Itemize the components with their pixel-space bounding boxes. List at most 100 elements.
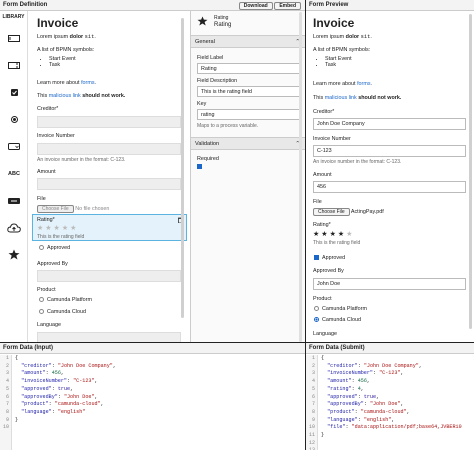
line-number: 5 — [311, 385, 315, 392]
canvas-bpmn-intro: A list of BPMN symbols: — [37, 47, 95, 53]
file-input[interactable]: Choose File ActingPay.pdf — [313, 208, 384, 216]
json-input-editor[interactable]: { "creditor": "John Doe Company", "amoun… — [15, 355, 300, 432]
required-checkbox[interactable] — [197, 164, 205, 170]
palette-title: LIBRARY — [2, 14, 25, 20]
form-preview-header: Form Preview — [306, 0, 474, 11]
choose-file-button[interactable]: Choose File — [313, 208, 350, 216]
forms-link[interactable]: forms — [81, 80, 94, 86]
palette-text[interactable]: ABC — [0, 160, 28, 187]
properties-scrollbar[interactable] — [299, 12, 302, 342]
list-item: Task — [325, 62, 352, 68]
download-button[interactable]: Download — [238, 2, 273, 10]
checkbox-box[interactable] — [39, 245, 44, 251]
form-definition-title: Form Definition — [3, 2, 48, 8]
embed-button[interactable]: Embed — [274, 2, 301, 10]
palette-button[interactable] — [0, 187, 28, 214]
palette-number[interactable] — [0, 52, 28, 79]
validation-group[interactable]: Validation ⌃ — [191, 137, 306, 150]
palette-radio[interactable] — [0, 106, 28, 133]
form-data-submit-panel: Form Data (Submit) 12345678910111213 { "… — [306, 343, 474, 450]
palette-rating[interactable] — [0, 241, 28, 268]
approved-by-input[interactable]: John Doe — [313, 278, 466, 290]
line-number: 9 — [311, 416, 315, 423]
malicious-link[interactable]: malicious link — [325, 95, 357, 101]
field-desc-input[interactable]: This is the rating field — [197, 86, 301, 97]
palette-checkbox[interactable] — [0, 79, 28, 106]
approved-checkbox[interactable]: Approved — [39, 245, 70, 251]
form-data-input-header: Form Data (Input) — [0, 343, 305, 354]
choose-file-button[interactable]: Choose File — [37, 205, 74, 213]
rating-star[interactable]: ★ — [330, 231, 338, 238]
list-item: Task — [49, 62, 76, 68]
code-line: } — [321, 432, 325, 439]
line-number: 1 — [311, 355, 315, 361]
palette-textfield[interactable] — [0, 25, 28, 52]
preview-learn-more: Learn more about forms. — [313, 81, 373, 87]
product-option[interactable]: Camunda Cloud — [314, 317, 361, 323]
creditor-field[interactable] — [37, 116, 181, 128]
line-number: 4 — [5, 378, 9, 385]
code-line: "language": "english", — [327, 416, 395, 423]
canvas-bpmn-list: Start Event Task — [49, 56, 76, 68]
preview-bpmn-list: Start Event Task — [325, 56, 352, 68]
field-desc-label: Field Description — [197, 78, 238, 84]
code-line: "approved": true, — [21, 385, 74, 392]
malicious-link[interactable]: malicious link — [49, 93, 81, 99]
invoice-field[interactable] — [37, 143, 181, 155]
forms-link[interactable]: forms — [357, 81, 370, 87]
invoice-label: Invoice Number — [313, 136, 351, 142]
form-data-submit-header: Form Data (Submit) — [306, 343, 474, 354]
approved-checkbox[interactable]: Approved — [314, 255, 345, 261]
code-line: "approvedBy": "John Doe", — [327, 401, 404, 408]
rating-stars[interactable]: ★★★★★ — [313, 230, 354, 238]
gutter: 12345678910111213 — [306, 355, 318, 450]
key-desc: Maps to a process variable. — [197, 123, 259, 129]
product-option[interactable]: Camunda Platform — [39, 297, 92, 303]
language-label: Language — [37, 322, 61, 328]
amount-input[interactable]: 456 — [313, 181, 466, 193]
rating-star[interactable]: ★ — [346, 231, 354, 238]
preview-scrollbar[interactable] — [469, 14, 472, 329]
palette-select[interactable] — [0, 133, 28, 160]
palette-upload[interactable] — [0, 214, 28, 241]
language-field[interactable] — [37, 332, 181, 342]
line-number: 3 — [5, 370, 9, 377]
line-number: 9 — [5, 416, 9, 423]
radio-icon — [10, 116, 18, 123]
code-line: "product": "camunda-cloud", — [21, 401, 104, 408]
component-title: Rating — [214, 15, 229, 21]
palette: LIBRARY ABC — [0, 11, 28, 342]
rating-label: Rating* — [37, 217, 55, 223]
key-input[interactable]: rating — [197, 109, 301, 120]
approved-by-field[interactable] — [37, 270, 181, 282]
rating-star[interactable]: ★ — [338, 231, 346, 238]
line-number: 5 — [5, 385, 9, 392]
json-submit-editor[interactable]: { "creditor": "John Doe Company", "invoi… — [321, 355, 473, 450]
product-option[interactable]: Camunda Cloud — [39, 309, 86, 315]
field-label-input[interactable]: Rating — [197, 63, 301, 74]
file-input[interactable]: Choose File No file chosen — [37, 205, 109, 213]
canvas-scrollbar[interactable] — [181, 18, 184, 318]
invoice-input[interactable]: C-123 — [313, 145, 466, 157]
product-option[interactable]: Camunda Platform — [314, 306, 367, 312]
key-label: Key — [197, 101, 207, 107]
form-definition-header: Form Definition Download Embed — [0, 0, 305, 11]
rating-star[interactable]: ★ — [321, 231, 329, 238]
amount-field[interactable] — [37, 178, 181, 190]
code-line: "amount": 456, — [21, 370, 64, 377]
rating-stars: ★★★★★ — [37, 225, 79, 232]
code-line: } — [15, 416, 19, 423]
text-icon: ABC — [8, 170, 20, 177]
line-number: 8 — [311, 408, 315, 415]
product-label: Product — [37, 287, 56, 293]
code-line: { — [321, 355, 325, 361]
properties-header: Rating Rating — [191, 11, 306, 33]
canvas-learn-more: Learn more about forms. — [37, 80, 97, 86]
code-line: "approvedBy": "John Doe", — [21, 393, 98, 400]
creditor-input[interactable]: John Doe Company — [313, 118, 466, 130]
amount-label: Amount — [37, 169, 56, 175]
line-number: 2 — [5, 362, 9, 369]
rating-field-selected[interactable]: Rating* ★★★★★ This is the rating field — [32, 214, 187, 241]
general-group[interactable]: General ⌃ — [191, 35, 306, 48]
